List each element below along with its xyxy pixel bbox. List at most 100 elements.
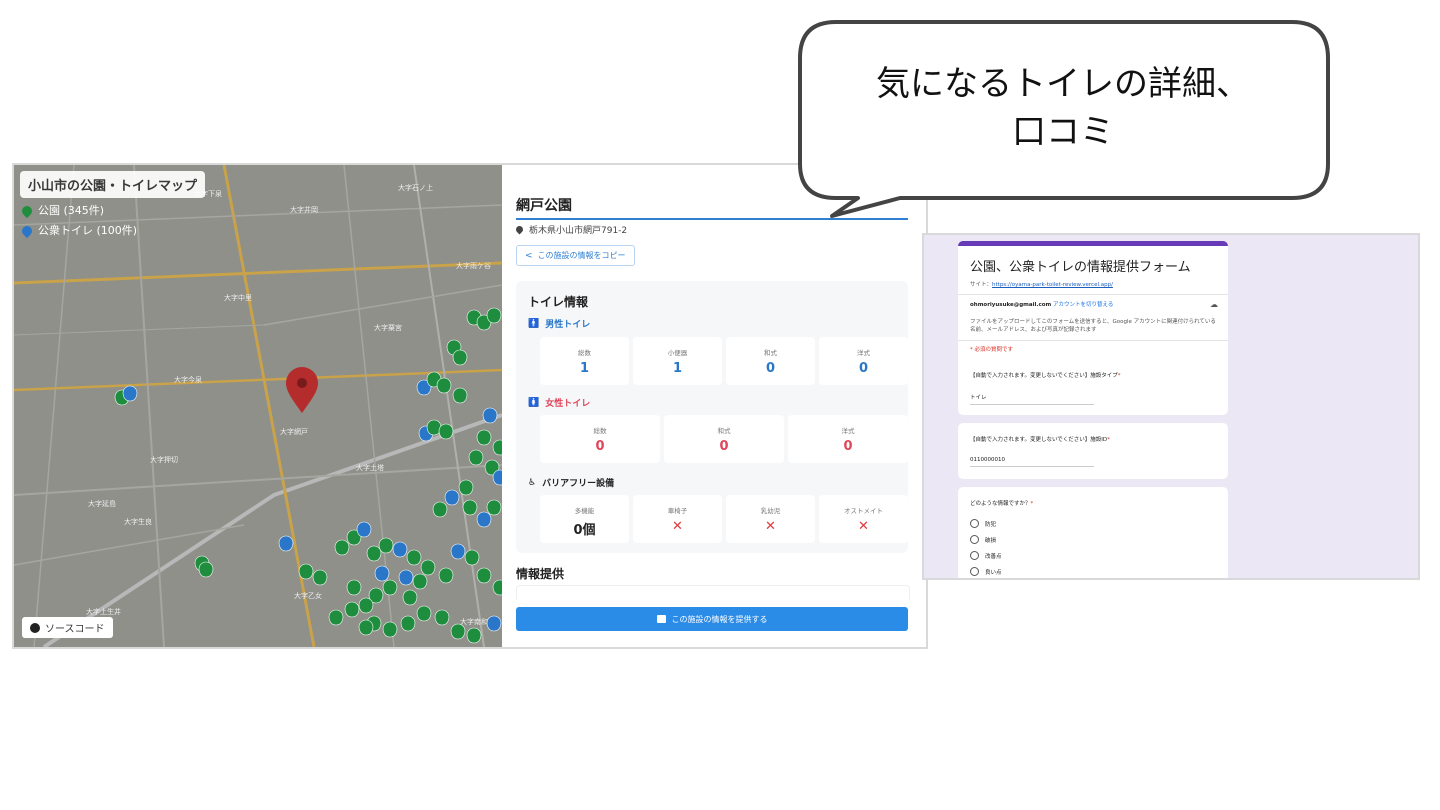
toilet-marker[interactable] [398, 569, 414, 586]
radio-button[interactable] [970, 551, 979, 560]
stat-card: 和式 0 [726, 337, 815, 385]
stat-value: 1 [672, 361, 683, 376]
stat-card: 洋式 0 [819, 337, 908, 385]
park-marker[interactable] [334, 539, 350, 556]
park-marker[interactable] [492, 579, 502, 596]
site-link[interactable]: https://oyama-park-toilet-review.vercel.… [992, 282, 1113, 288]
park-marker[interactable] [438, 567, 454, 584]
option-label: 良い点 [985, 569, 1002, 576]
park-marker[interactable] [492, 439, 502, 456]
toilet-marker[interactable] [486, 615, 502, 632]
source-code-button[interactable]: ソースコード [22, 617, 113, 638]
park-marker[interactable] [400, 615, 416, 632]
park-marker[interactable] [458, 479, 474, 496]
stat-label: 和式 [717, 427, 731, 435]
park-marker[interactable] [406, 549, 422, 566]
park-marker[interactable] [358, 619, 374, 636]
stat-card: 洋式 0 [788, 415, 908, 463]
park-marker[interactable] [434, 609, 450, 626]
park-marker[interactable] [476, 567, 492, 584]
park-marker[interactable] [476, 429, 492, 446]
toilet-marker[interactable] [450, 543, 466, 560]
toilet-marker[interactable] [278, 535, 294, 552]
share-icon: < [525, 250, 533, 261]
map-view[interactable]: 大字石ノ上 大字下泉 大字井岡 大字中里 大字雨ケ谷 大字網戸 大字今泉 大字生… [14, 165, 502, 647]
toilet-marker[interactable] [482, 407, 498, 424]
divider [958, 340, 1228, 341]
stat-label: 洋式 [841, 427, 855, 435]
required-note: * 必須の質問です [970, 347, 1013, 353]
park-marker[interactable] [412, 573, 428, 590]
toilet-pin-icon [19, 223, 35, 239]
radio-option[interactable]: 防犯 [970, 519, 996, 528]
switch-account-link[interactable]: アカウントを切り替える [1053, 302, 1113, 308]
park-marker[interactable] [344, 601, 360, 618]
park-marker[interactable] [468, 449, 484, 466]
stat-label: 和式 [764, 349, 777, 357]
park-marker[interactable] [198, 561, 214, 578]
radio-button[interactable] [970, 567, 979, 576]
male-icon: 🚹 [528, 318, 540, 329]
stat-label: 乳幼児 [760, 507, 781, 515]
stat-card: オストメイト ✕ [819, 495, 908, 543]
park-marker[interactable] [466, 627, 482, 644]
question-card-info-type: どのような情報ですか？* 防犯 破損 改善点 良い点 [958, 487, 1228, 578]
park-marker[interactable] [402, 589, 418, 606]
copy-info-label: この施設の情報をコピー [537, 251, 626, 260]
park-marker[interactable] [298, 563, 314, 580]
toilet-marker[interactable] [356, 521, 372, 538]
stat-value: 0 [765, 361, 776, 376]
location-icon [514, 224, 525, 235]
radio-button[interactable] [970, 519, 979, 528]
park-marker[interactable] [436, 377, 452, 394]
park-marker[interactable] [464, 549, 480, 566]
park-marker[interactable] [382, 621, 398, 638]
facility-id-input[interactable]: 0110000010 [970, 457, 1094, 467]
toilet-marker[interactable] [122, 385, 138, 402]
park-marker[interactable] [378, 537, 394, 554]
radio-option[interactable]: 破損 [970, 535, 996, 544]
question-card-facility-type: 【自動で入力されます。変更しないでください】施設タイプ* トイレ [958, 359, 1228, 415]
address: 栃木県小山市網戸791-2 [514, 223, 627, 236]
toilet-marker[interactable] [392, 541, 408, 558]
park-marker[interactable] [358, 597, 374, 614]
selected-location-marker[interactable] [286, 367, 318, 413]
copy-info-button[interactable]: < この施設の情報をコピー [516, 245, 635, 266]
legend-item-toilet: 公衆トイレ (100件) [19, 221, 137, 241]
provide-info-button[interactable]: この施設の情報を提供する [516, 607, 908, 631]
toilet-info-card: トイレ情報 🚹 男性トイレ 総数 1 小便器 1 和式 0 洋式 0 🚺 女性トイレ 総… [516, 281, 908, 553]
park-marker[interactable] [328, 609, 344, 626]
github-icon [30, 622, 40, 633]
park-marker[interactable] [438, 423, 454, 440]
radio-option[interactable]: 改善点 [970, 551, 1002, 560]
park-marker[interactable] [450, 623, 466, 640]
male-stats: 総数 1 小便器 1 和式 0 洋式 0 [540, 337, 908, 385]
park-marker[interactable] [382, 579, 398, 596]
toilet-marker[interactable] [374, 565, 390, 582]
park-marker[interactable] [452, 349, 468, 366]
park-marker[interactable] [312, 569, 328, 586]
park-marker[interactable] [346, 579, 362, 596]
cross-icon: ✕ [858, 519, 869, 534]
park-marker[interactable] [462, 499, 478, 516]
radio-button[interactable] [970, 535, 979, 544]
park-marker[interactable] [486, 307, 502, 324]
toilet-marker[interactable] [476, 511, 492, 528]
female-stats: 総数 0 和式 0 洋式 0 [540, 415, 908, 463]
toilet-marker[interactable] [444, 489, 460, 506]
park-marker[interactable] [432, 501, 448, 518]
upload-note: ファイルをアップロードしてこのフォームを送信すると、Google アカウントに関… [970, 319, 1216, 333]
park-marker[interactable] [420, 559, 436, 576]
facility-type-input[interactable]: トイレ [970, 393, 1094, 405]
cross-icon: ✕ [765, 519, 776, 534]
park-marker[interactable] [366, 545, 382, 562]
radio-option[interactable]: 良い点 [970, 567, 1002, 576]
question-text: 【自動で入力されます。変更しないでください】施設タイプ [970, 373, 1118, 379]
provide-info-label: この施設の情報を提供する [671, 614, 768, 624]
stat-value: 0 [843, 439, 853, 454]
park-marker[interactable] [452, 387, 468, 404]
park-marker[interactable] [486, 499, 502, 516]
stat-label: オストメイト [844, 507, 883, 515]
park-pin-icon [19, 203, 35, 219]
park-marker[interactable] [416, 605, 432, 622]
